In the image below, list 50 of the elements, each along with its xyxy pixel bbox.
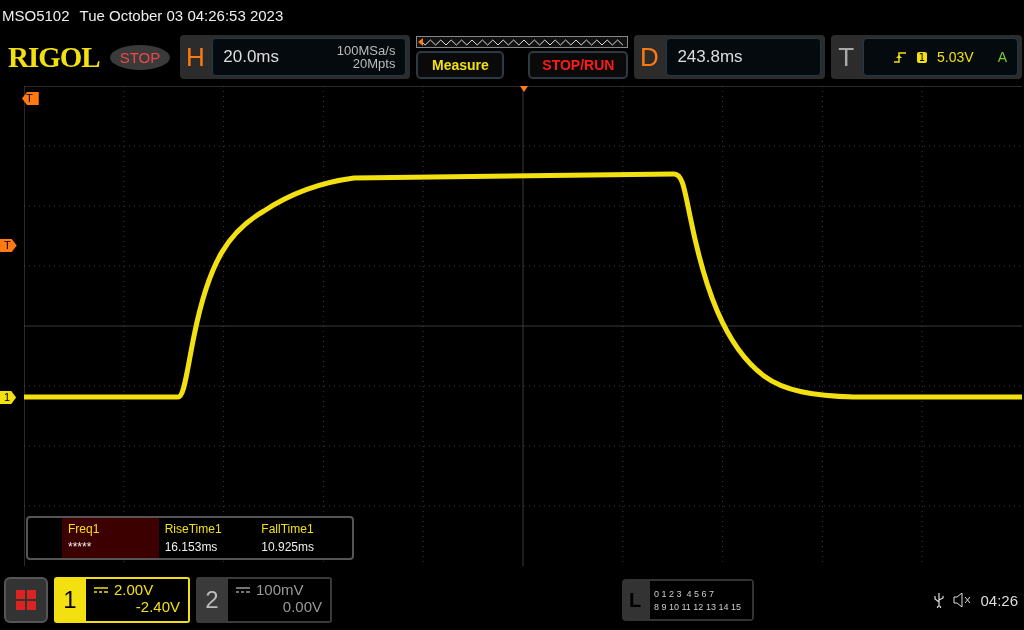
date-time: Tue October 03 04:26:53 2023 bbox=[79, 6, 284, 24]
logic-channels: 0 1 2 3 4 5 6 7 bbox=[654, 588, 716, 599]
run-state-indicator: STOP bbox=[109, 44, 171, 70]
horizontal-label: H bbox=[184, 41, 206, 73]
measurement-name: RiseTime1 bbox=[164, 522, 223, 536]
delay-panel[interactable]: D 243.8ms bbox=[634, 35, 826, 79]
measurement-value: 10.925ms bbox=[261, 540, 316, 554]
grid-icon bbox=[15, 589, 37, 611]
dc-coupling-icon bbox=[236, 585, 250, 594]
trigger-panel[interactable]: T 1 5.03V A bbox=[831, 35, 1022, 79]
stop-run-button[interactable]: STOP/RUN bbox=[528, 50, 629, 79]
rising-edge-icon bbox=[892, 50, 907, 64]
timebase-value: 20.0ms bbox=[223, 47, 279, 67]
trigger-mode: A bbox=[997, 49, 1007, 65]
trigger-position-marker bbox=[520, 86, 528, 92]
measurement-name: Freq1 bbox=[68, 522, 101, 536]
measure-button[interactable]: Measure bbox=[416, 50, 505, 79]
channel-number: 1 bbox=[62, 585, 78, 615]
measurement-item[interactable]: RiseTime1 16.153ms bbox=[158, 518, 256, 558]
clock-time: 04:26 bbox=[980, 591, 1018, 609]
menu-button[interactable] bbox=[4, 577, 48, 623]
channel-panel[interactable]: 1 2.00V -2.40V bbox=[54, 577, 190, 623]
channel-scale: 100mV bbox=[256, 581, 304, 598]
trigger-level: 5.03V bbox=[937, 49, 974, 65]
measurement-item[interactable]: FallTime1 10.925ms bbox=[255, 518, 352, 558]
channel-offset: -2.40V bbox=[135, 598, 180, 615]
measurement-value: ***** bbox=[68, 540, 93, 554]
trigger-source: 1 bbox=[916, 51, 928, 63]
trigger-level-marker: T bbox=[0, 239, 17, 252]
measurement-value: 16.153ms bbox=[164, 540, 219, 554]
model-name: MSO5102 bbox=[2, 6, 70, 24]
trigger-marker: T bbox=[22, 92, 39, 105]
channel-number: 2 bbox=[204, 585, 220, 615]
channel-offset: 0.00V bbox=[282, 598, 322, 615]
delay-value: 243.8ms bbox=[677, 47, 743, 67]
usb-icon bbox=[934, 592, 945, 608]
delay-label: D bbox=[639, 41, 660, 73]
measurement-name: FallTime1 bbox=[261, 522, 315, 536]
channel-scale: 2.00V bbox=[114, 581, 154, 598]
sample-rate: 100MSa/s bbox=[336, 44, 396, 57]
brand-logo: RIGOL bbox=[8, 40, 100, 74]
muted-speaker-icon bbox=[952, 592, 973, 608]
channel-panel[interactable]: 2 100mV 0.00V bbox=[196, 577, 332, 623]
logic-channels: 8 9 10 11 12 13 14 15 bbox=[654, 601, 742, 612]
channel-marker: 1 bbox=[0, 391, 17, 404]
measurement-item[interactable]: Freq1 ***** bbox=[62, 518, 159, 558]
trigger-label: T bbox=[837, 41, 856, 73]
memory-depth: 20Mpts bbox=[352, 57, 396, 70]
horizontal-panel[interactable]: H 20.0ms 100MSa/s 20Mpts bbox=[180, 35, 411, 79]
dc-coupling-icon bbox=[94, 585, 108, 594]
